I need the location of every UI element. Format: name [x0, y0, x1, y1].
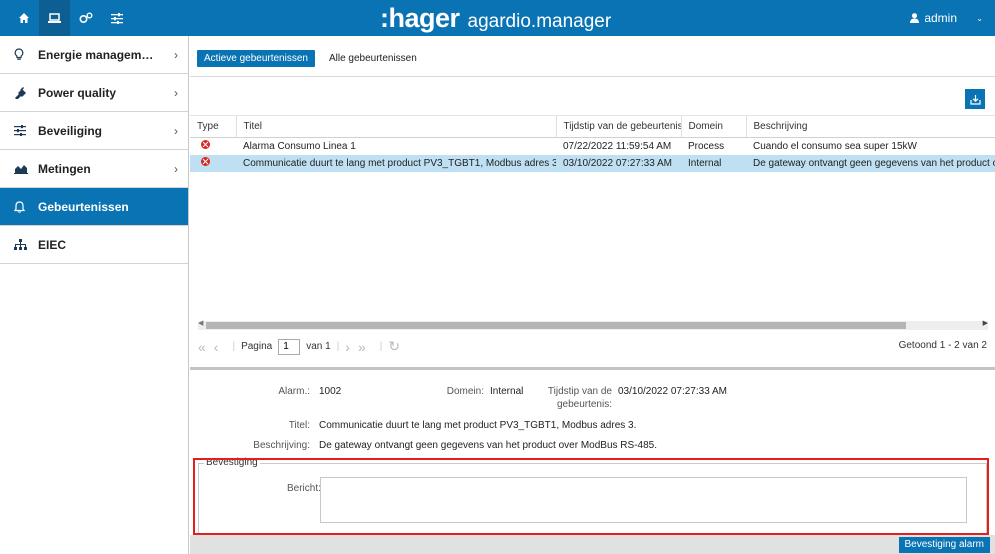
sidebar-item-beveiliging[interactable]: Beveiliging › — [0, 112, 188, 150]
domain-value: Internal — [490, 386, 524, 397]
first-page-icon[interactable]: « — [198, 339, 206, 355]
type-cell — [190, 138, 236, 155]
title-label: Titel: — [288, 420, 310, 431]
alarm-label: Alarm.: — [278, 386, 310, 397]
table-header-row: Type Titel Tijdstip van de gebeurtenis D… — [190, 115, 995, 138]
column-header-time[interactable]: Tijdstip van de gebeurtenis — [556, 115, 682, 138]
plug-icon — [14, 86, 38, 99]
sliders-icon — [14, 125, 38, 136]
user-name: admin — [924, 11, 957, 25]
description-cell: De gateway ontvangt geen gegevens van he… — [746, 154, 995, 172]
scroll-right-arrow-icon[interactable]: ▶ — [983, 319, 988, 327]
chevron-right-icon: › — [174, 162, 178, 176]
showing-count: Getoond 1 - 2 van 2 — [898, 340, 987, 351]
pager-divider: | — [336, 341, 340, 352]
sidebar-item-power-quality[interactable]: Power quality › — [0, 74, 188, 112]
sidebar-item-label: Gebeurtenissen — [38, 199, 129, 214]
sidebar-item-label: Beveiliging — [38, 123, 103, 138]
error-icon — [201, 140, 210, 150]
sidebar-item-eiec[interactable]: EIEC — [0, 226, 188, 264]
area-chart-icon — [14, 163, 38, 174]
brand: :hager agardio.manager — [380, 3, 611, 33]
home-icon[interactable] — [8, 0, 39, 36]
sidebar-item-gebeurtenissen[interactable]: Gebeurtenissen — [0, 188, 188, 226]
confirm-alarm-button[interactable]: Bevestiging alarm — [898, 537, 990, 553]
horizontal-scrollbar[interactable]: ◀ ▶ — [198, 319, 988, 330]
sidebar-item-label: Power quality — [38, 85, 117, 100]
pagination: « ‹ | Pagina van 1 | › » | ↻ — [198, 338, 408, 355]
sidebar: Energie managem… › Power quality › Bevei… — [0, 36, 189, 554]
highlight-box — [193, 458, 989, 535]
pager-divider: | — [379, 341, 383, 352]
sitemap-icon — [14, 239, 38, 250]
gears-icon[interactable] — [70, 0, 101, 36]
column-header-title[interactable]: Titel — [236, 115, 557, 138]
page-input[interactable] — [278, 338, 301, 355]
description-label: Beschrijving: — [253, 440, 310, 451]
panel-splitter[interactable] — [190, 367, 995, 370]
table-row-selected[interactable]: Communicatie duurt te lang met product P… — [190, 154, 995, 172]
user-icon — [910, 13, 920, 23]
footer-bar: Bevestiging alarm — [190, 535, 995, 554]
error-icon — [201, 157, 210, 166]
user-menu[interactable]: admin ⌄ — [910, 0, 983, 36]
main-panel: Actieve gebeurtenissen Alle gebeurteniss… — [190, 36, 995, 554]
top-nav-icons — [8, 0, 132, 36]
page-of-label: van 1 — [306, 341, 331, 352]
time-value: 03/10/2022 07:27:33 AM — [618, 386, 727, 397]
time-label: Tijdstip van de — [547, 386, 612, 397]
time-cell: 03/10/2022 07:27:33 AM — [556, 154, 681, 172]
hager-logo: :hager — [380, 3, 460, 33]
bulb-icon — [14, 48, 38, 61]
description-cell: Cuando el consumo sea super 15kW — [753, 140, 917, 152]
domain-cell: Process — [688, 140, 725, 152]
title-value: Communicatie duurt te lang met product P… — [319, 420, 637, 431]
page-label: Pagina — [241, 341, 273, 352]
bell-icon — [14, 200, 38, 213]
column-header-description[interactable]: Beschrijving — [746, 115, 995, 138]
tab-divider — [190, 76, 995, 77]
previous-page-icon[interactable]: ‹ — [214, 339, 219, 355]
time-label-line2: gebeurtenis: — [556, 399, 612, 410]
table-row[interactable]: Alarma Consumo Linea 1 07/22/2022 11:59:… — [190, 138, 995, 155]
scrollbar-thumb[interactable] — [206, 322, 906, 329]
refresh-icon[interactable]: ↻ — [388, 338, 400, 355]
sidebar-item-metingen[interactable]: Metingen › — [0, 150, 188, 188]
title-cell: Communicatie duurt te lang met product P… — [236, 154, 556, 172]
download-icon — [969, 94, 981, 105]
event-tabs: Actieve gebeurtenissen Alle gebeurteniss… — [197, 50, 417, 67]
sidebar-item-label: Energie managem… — [38, 47, 154, 62]
scroll-left-arrow-icon[interactable]: ◀ — [198, 319, 203, 327]
sidebar-item-energie-management[interactable]: Energie managem… › — [0, 36, 188, 74]
chevron-right-icon: › — [174, 48, 178, 62]
column-header-domain[interactable]: Domein — [681, 115, 747, 138]
laptop-icon[interactable] — [39, 0, 70, 36]
pager-divider: | — [232, 341, 236, 352]
type-cell — [190, 154, 236, 172]
tab-active-events[interactable]: Actieve gebeurtenissen — [197, 50, 315, 67]
tab-all-events[interactable]: Alle gebeurtenissen — [329, 53, 417, 64]
domain-label: Domein: — [446, 386, 484, 397]
sidebar-item-label: EIEC — [38, 237, 67, 252]
description-value: De gateway ontvangt geen gegevens van he… — [319, 440, 657, 451]
chevron-right-icon: › — [174, 124, 178, 138]
domain-cell: Internal — [681, 154, 746, 172]
app-name: agardio.manager — [467, 11, 612, 32]
time-cell: 07/22/2022 11:59:54 AM — [563, 140, 672, 152]
last-page-icon[interactable]: » — [358, 339, 366, 355]
top-bar: :hager agardio.manager admin ⌄ — [0, 0, 995, 36]
chevron-down-icon: ⌄ — [976, 14, 983, 23]
column-header-type[interactable]: Type — [190, 115, 237, 138]
sliders-icon[interactable] — [101, 0, 132, 36]
events-table: Type Titel Tijdstip van de gebeurtenis D… — [190, 115, 995, 172]
title-cell: Alarma Consumo Linea 1 — [243, 140, 356, 152]
next-page-icon[interactable]: › — [345, 339, 350, 355]
export-button[interactable] — [965, 89, 985, 109]
alarm-value: 1002 — [319, 386, 342, 397]
sidebar-item-label: Metingen — [38, 161, 91, 176]
chevron-right-icon: › — [174, 86, 178, 100]
